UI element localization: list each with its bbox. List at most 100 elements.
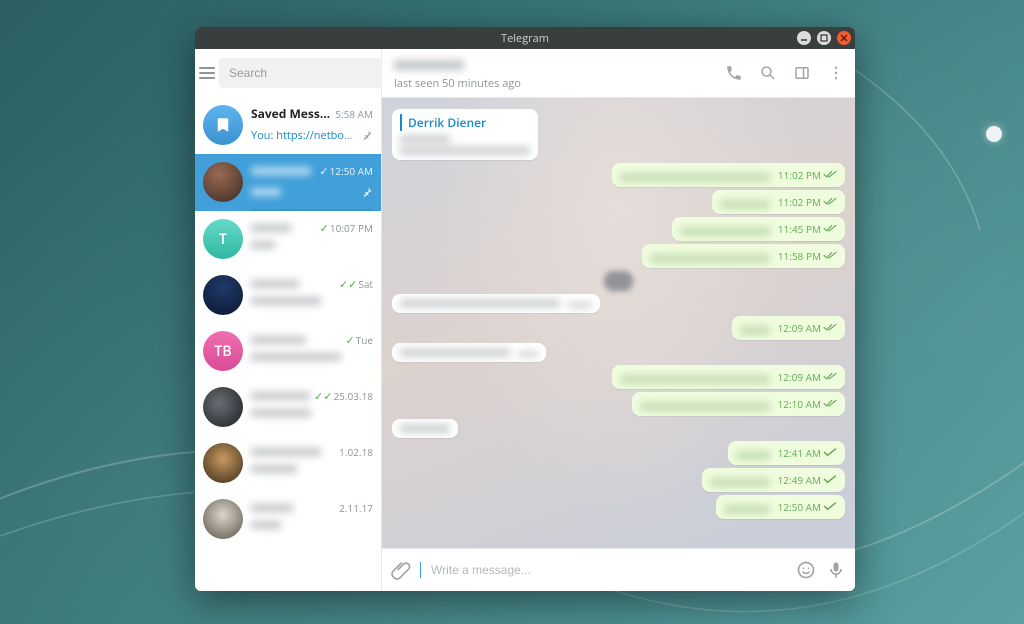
double-check-icon [823,168,837,182]
window-close-button[interactable] [837,31,851,45]
avatar [203,275,243,315]
avatar [203,499,243,539]
forwarded-from: Derrik Diener [400,114,486,131]
message-out[interactable]: 12:09 AM [732,316,845,340]
wallpaper-moon [986,126,1002,142]
chat-preview [251,350,373,365]
window-maximize-button[interactable] [817,31,831,45]
message-out[interactable]: 11:02 PM [712,190,845,214]
desktop-wallpaper: Telegram [0,0,1024,624]
smile-icon [796,560,816,580]
voice-button[interactable] [825,559,847,581]
chat-item[interactable]: TB ✓Tue [195,323,381,379]
chat-time: ✓✓25.03.18 [314,389,373,404]
app-window: Telegram [195,27,855,591]
avatar [203,162,243,202]
chat-time: 2.11.17 [339,501,373,515]
message-input[interactable] [429,562,787,578]
chat-name: Saved Messages [251,105,331,122]
window-title: Telegram [195,31,855,46]
microphone-icon [826,560,846,580]
hamburger-icon [199,67,215,79]
chat-name [251,387,310,404]
chat-name [251,162,311,179]
message-out[interactable]: 12:09 AM [612,365,845,389]
chat-time: ✓✓Sat [339,277,373,292]
chat-item[interactable]: ✓✓Sat [195,267,381,323]
composer [382,548,855,591]
message-out[interactable]: 11:45 PM [672,217,845,241]
message-in[interactable] [392,419,458,438]
chat-name [251,219,291,236]
chat-preview [251,185,357,200]
chat-name [251,499,293,516]
emoji-button[interactable] [795,559,817,581]
chat-item[interactable]: T ✓10:07 PM [195,211,381,267]
search-in-chat-button[interactable] [757,62,779,84]
message-out[interactable]: 12:50 AM [716,495,845,519]
chat-name [251,275,299,292]
avatar-saved-messages [203,105,243,145]
search-field[interactable] [219,58,394,88]
avatar: T [203,219,243,259]
pin-icon [361,181,373,203]
chat-preview [251,406,373,421]
chat-panel: last seen 50 minutes ago [382,49,855,591]
double-check-icon [823,195,837,209]
attach-button[interactable] [390,559,412,581]
chat-header-name [394,56,723,74]
message-out[interactable]: 12:10 AM [632,392,845,416]
date-separator [604,271,633,291]
chat-time: 1.02.18 [339,445,373,459]
chat-item-selected[interactable]: ✓12:50 AM [195,154,381,211]
message-in[interactable]: Derrik Diener [392,109,538,160]
messages-area[interactable]: Derrik Diener 11:02 PM [382,98,855,548]
chat-preview [251,518,373,533]
search-input[interactable] [227,65,386,81]
window-minimize-button[interactable] [797,31,811,45]
more-button[interactable] [825,62,847,84]
double-check-icon [823,397,837,411]
chat-name [251,443,321,460]
chat-list: Saved Messages 5:58 AM You: https://netb… [195,97,381,591]
phone-icon [725,64,743,82]
message-out[interactable]: 12:49 AM [702,468,845,492]
message-in[interactable] [392,343,546,362]
chat-item[interactable]: 2.11.17 [195,491,381,547]
chat-preview [251,462,373,477]
chat-preview: You: https://netboot.xyz... [251,128,357,143]
input-caret [420,562,421,578]
bookmark-icon [214,116,232,134]
kebab-icon [827,64,845,82]
call-button[interactable] [723,62,745,84]
message-out[interactable]: 11:02 PM [612,163,845,187]
chat-time: ✓Tue [346,333,373,348]
panel-icon [793,64,811,82]
message-in[interactable] [392,294,600,313]
chat-item[interactable]: 1.02.18 [195,435,381,491]
chat-time: ✓10:07 PM [320,221,373,236]
chat-item-saved-messages[interactable]: Saved Messages 5:58 AM You: https://netb… [195,97,381,154]
check-icon [823,446,837,460]
message-out[interactable]: 11:58 PM [642,244,845,268]
chat-header-status: last seen 50 minutes ago [394,76,723,91]
message-out[interactable]: 12:41 AM [728,441,845,465]
menu-button[interactable] [199,57,215,89]
double-check-icon [823,249,837,263]
double-check-icon [823,321,837,335]
chat-preview [251,294,373,309]
avatar [203,443,243,483]
chat-preview [251,238,373,253]
chat-name [251,331,306,348]
avatar: TB [203,331,243,371]
check-icon [823,500,837,514]
window-titlebar[interactable]: Telegram [195,27,855,49]
pin-icon [361,124,373,146]
paperclip-icon [391,560,411,580]
chat-item[interactable]: ✓✓25.03.18 [195,379,381,435]
search-icon [759,64,777,82]
double-check-icon [823,222,837,236]
side-panel-button[interactable] [791,62,813,84]
chat-header: last seen 50 minutes ago [382,49,855,98]
check-icon [823,473,837,487]
